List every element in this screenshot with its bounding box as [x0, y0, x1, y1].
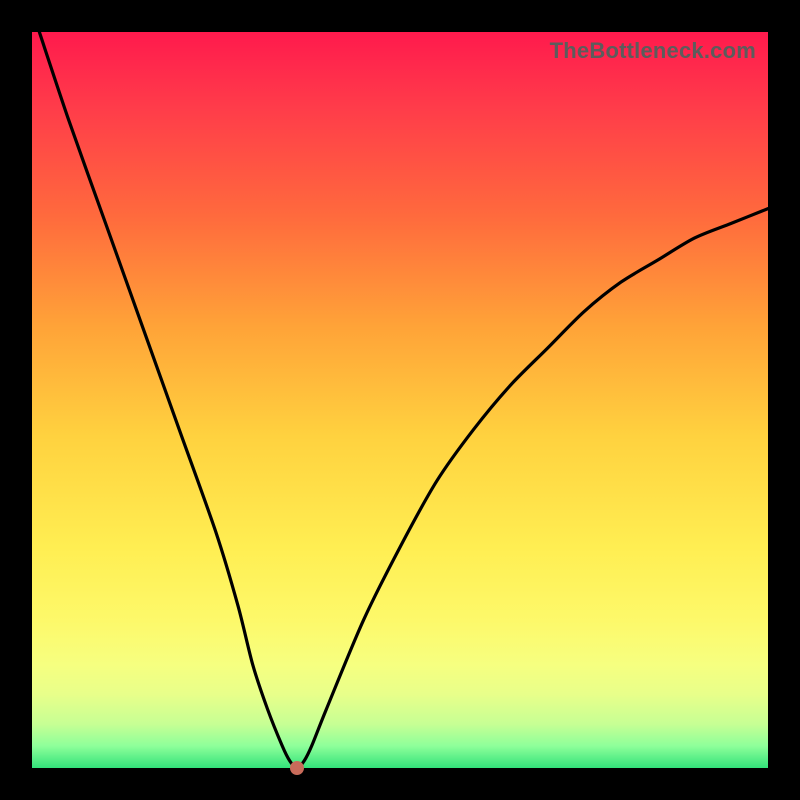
optimal-point-marker — [290, 761, 304, 775]
chart-container: TheBottleneck.com — [0, 0, 800, 800]
plot-area: TheBottleneck.com — [32, 32, 768, 768]
curve-layer — [32, 32, 768, 768]
bottleneck-curve — [39, 32, 768, 768]
